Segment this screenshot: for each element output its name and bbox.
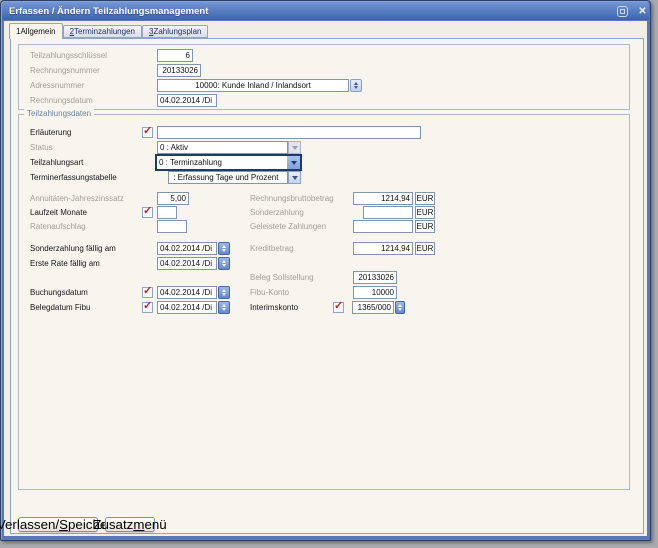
tab-terminzahlungen-label: Terminzahlungen: [74, 27, 135, 36]
tab-allgemein-label: Allgemein: [20, 27, 56, 36]
window-title: Erfassen / Ändern Teilzahlungsmanagement: [9, 6, 209, 17]
field-erlaeuterung[interactable]: [157, 126, 421, 139]
field-erste-rate[interactable]: 04.02.2014 /Di: [157, 257, 217, 270]
spinner-buchungsdatum[interactable]: [218, 286, 230, 299]
label-rechnungsnummer: Rechnungsnummer: [30, 66, 100, 75]
tab-zahlungsplan[interactable]: 3 Zahlungsplan: [141, 25, 209, 38]
label-rechnungsbrutto: Rechnungsbruttobetrag: [250, 194, 334, 203]
field-rechnungsnummer[interactable]: 20133026: [157, 64, 201, 77]
close-icon[interactable]: ✕: [636, 5, 649, 18]
tab-terminzahlungen[interactable]: 2 Terminzahlungen: [62, 25, 142, 38]
checkbox-laufzeit-monate[interactable]: [142, 204, 153, 218]
checkbox-erlaeuterung[interactable]: [142, 124, 153, 138]
spinner-erste-rate[interactable]: [218, 257, 230, 270]
spinner-adressnummer[interactable]: [350, 79, 362, 92]
label-beleg-sollstellung: Beleg Sollstellung: [250, 273, 314, 282]
label-fibu-konto: Fibu-Konto: [250, 288, 290, 297]
dropdown-status-arrow-icon[interactable]: [288, 141, 301, 154]
label-sonderzahlung: Sonderzahlung: [250, 208, 304, 217]
titlebar[interactable]: Erfassen / Ändern Teilzahlungsmanagement…: [2, 2, 649, 20]
field-beleg-sollstellung[interactable]: 20133026: [353, 271, 397, 284]
label-kreditbetrag: Kreditbetrag: [250, 244, 294, 253]
save-label-pre: Verlassen/: [0, 517, 60, 532]
label-terminerfassungstabelle: Terminerfassungstabelle: [30, 173, 117, 182]
label-adressnummer: Adressnummer: [30, 81, 85, 90]
tab-zahlungsplan-label: Zahlungsplan: [153, 27, 202, 36]
label-teilzahlungsart: Teilzahlungsart: [30, 158, 84, 167]
currency-kreditbetrag: EUR: [415, 242, 435, 255]
label-erste-rate: Erste Rate fällig am: [30, 259, 100, 268]
restore-icon-inner: [620, 9, 625, 14]
label-sonderzahlung-faellig: Sonderzahlung fällig am: [30, 244, 116, 253]
label-geleistete-zahlungen: Geleistete Zahlungen: [250, 222, 327, 231]
menu-label-pre: Zusatz: [93, 517, 134, 532]
checkbox-interimskonto[interactable]: [333, 299, 344, 313]
label-interimskonto: Interimskonto: [250, 303, 299, 312]
dropdown-terminerfassungstabelle-arrow-icon[interactable]: [288, 171, 301, 184]
dropdown-teilzahlungsart-arrow-icon[interactable]: [287, 156, 300, 169]
field-sonderzahlung-faellig[interactable]: 04.02.2014 /Di: [157, 242, 217, 255]
label-laufzeit-monate: Laufzeit Monate: [30, 208, 87, 217]
field-teilzahlungsart[interactable]: 0 : Terminzahlung: [157, 156, 287, 169]
spinner-sonderzahlung-faellig[interactable]: [218, 242, 230, 255]
menu-label-key: m: [133, 517, 145, 532]
field-buchungsdatum[interactable]: 04.02.2014 /Di: [157, 286, 217, 299]
field-rechnungsbrutto[interactable]: 1214,94: [353, 192, 413, 205]
restore-icon[interactable]: [617, 6, 628, 17]
label-buchungsdatum: Buchungsdatum: [30, 288, 88, 297]
currency-rechnungsbrutto: EUR: [415, 192, 435, 205]
label-erlaeuterung: Erläuterung: [30, 128, 72, 137]
field-sonderzahlung[interactable]: [363, 206, 413, 219]
checkbox-belegdatum-fibu[interactable]: [142, 299, 153, 313]
field-fibu-konto[interactable]: 10000: [353, 286, 397, 299]
currency-geleistete-zahlungen: EUR: [415, 220, 435, 233]
zusatzmenue-button[interactable]: Zusatz m enü: [93, 517, 167, 532]
verlassen-speichern-button[interactable]: Verlassen/Speichern: [0, 517, 119, 532]
field-belegdatum-fibu[interactable]: 04.02.2014 /Di: [157, 301, 217, 314]
tab-bar: 1 Allgemein 2 Terminzahlungen 3 Zahlungs…: [9, 23, 209, 39]
label-annuitaeten: Annuitäten-Jahreszinssatz: [30, 194, 124, 203]
tab-allgemein[interactable]: 1 Allgemein: [9, 23, 63, 39]
menu-label-post: enü: [144, 517, 167, 532]
fieldset-teilzahlungsdaten-legend: Teilzahlungsdaten: [24, 109, 95, 118]
group-rechnung-border: [18, 44, 630, 110]
label-rechnungsdatum: Rechnungsdatum: [30, 96, 93, 105]
spinner-interimskonto[interactable]: [395, 301, 405, 314]
field-teilzahlungsschluessel[interactable]: 6: [157, 49, 193, 62]
field-annuitaeten[interactable]: 5,00: [157, 192, 189, 205]
spinner-belegdatum-fibu[interactable]: [218, 301, 230, 314]
field-adressnummer[interactable]: 10000: Kunde Inland / Inlandsort: [157, 79, 349, 92]
combo-teilzahlungsart[interactable]: 0 : Terminzahlung: [155, 154, 302, 171]
field-kreditbetrag[interactable]: 1214,94: [353, 242, 413, 255]
currency-sonderzahlung: EUR: [415, 206, 435, 219]
field-rechnungsdatum[interactable]: 04.02.2014 /Di: [157, 94, 217, 107]
field-status[interactable]: 0 : Aktiv: [157, 141, 288, 154]
field-terminerfassungstabelle[interactable]: : Erfassung Tage und Prozent: [168, 171, 288, 184]
field-interimskonto[interactable]: 1365/000: [352, 301, 394, 314]
field-laufzeit-monate[interactable]: [157, 206, 177, 219]
fieldset-teilzahlungsdaten-border: [18, 114, 630, 490]
label-belegdatum-fibu: Belegdatum Fibu: [30, 303, 91, 312]
save-label-key: S: [59, 517, 68, 532]
label-teilzahlungsschluessel: Teilzahlungsschlüssel: [30, 51, 107, 60]
field-geleistete-zahlungen[interactable]: [353, 220, 413, 233]
field-ratenaufschlag[interactable]: [157, 220, 187, 233]
label-status: Status: [30, 143, 53, 152]
screen: Erfassen / Ändern Teilzahlungsmanagement…: [0, 0, 658, 548]
checkbox-buchungsdatum[interactable]: [142, 284, 153, 298]
label-ratenaufschlag: Ratenaufschlag: [30, 222, 86, 231]
